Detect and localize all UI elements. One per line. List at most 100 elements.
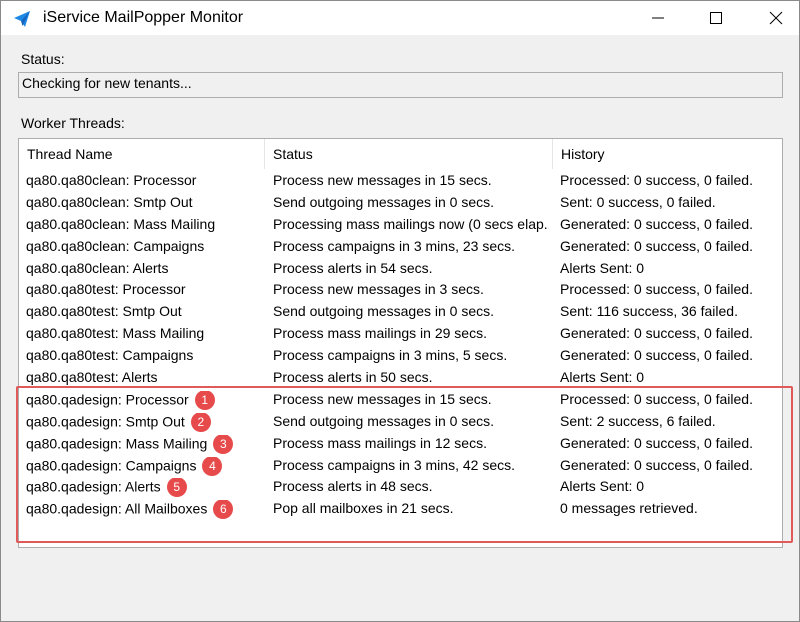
step-badge: 6 (213, 500, 234, 520)
title-bar[interactable]: iService MailPopper Monitor (1, 1, 799, 35)
column-header-thread-name[interactable]: Thread Name (19, 139, 265, 169)
thread-history-cell: Generated: 0 success, 0 failed. (560, 325, 753, 342)
thread-name-cell: qa80.qadesign: All Mailboxes 6 (26, 500, 262, 520)
thread-name: qa80.qadesign: Mass Mailing (26, 435, 208, 452)
thread-history-cell: Processed: 0 success, 0 failed. (560, 281, 753, 298)
thread-name-cell: qa80.qadesign: Processor 1 (26, 390, 262, 411)
step-badge: 1 (194, 390, 215, 410)
thread-history-cell: Processed: 0 success, 0 failed. (560, 172, 753, 188)
thread-history-cell: Alerts Sent: 0 (560, 369, 645, 386)
close-icon[interactable] (753, 1, 799, 35)
thread-name-cell: qa80.qa80test: Campaigns (26, 347, 262, 363)
thread-name: qa80.qadesign: Alerts (26, 479, 161, 496)
table-row[interactable]: qa80.qadesign: Alerts 5 Process alerts in … (19, 476, 782, 498)
thread-history-cell: Generated: 0 success, 0 failed. (560, 215, 753, 232)
table-row[interactable]: qa80.qadesign: Campaigns 4 Process campaig… (19, 455, 782, 477)
thread-history-cell: Sent: 0 success, 0 failed. (560, 193, 716, 210)
thread-status-cell: Process alerts in 54 secs. (273, 259, 433, 276)
thread-name: qa80.qadesign: Processor (26, 391, 189, 408)
thread-name: qa80.qa80test: Mass Mailing (26, 325, 205, 342)
thread-name-cell: qa80.qadesign: Alerts 5 (26, 478, 262, 498)
thread-history-cell: 0 messages retrieved. (560, 500, 698, 517)
thread-status-cell: Process new messages in 15 secs. (273, 390, 492, 407)
column-header-status[interactable]: Status (265, 139, 553, 169)
step-badge: 5 (166, 478, 187, 498)
app-window: iService MailPopper Monitor Status: Chec… (0, 0, 800, 622)
thread-status-cell: Process new messages in 3 secs. (273, 281, 484, 298)
thread-history-cell: Sent: 2 success, 6 failed. (560, 412, 716, 429)
thread-name: qa80.qa80test: Alerts (26, 369, 158, 386)
thread-status-cell: Processing mass mailings now (0 secs ela… (273, 215, 549, 232)
table-row[interactable]: qa80.qa80test: Smtp Out Send outgoing mes… (19, 301, 782, 323)
thread-name-cell: qa80.qa80clean: Smtp Out (26, 194, 262, 210)
thread-name: qa80.qa80clean: Alerts (26, 259, 169, 276)
thread-name-cell: qa80.qa80test: Mass Mailing (26, 325, 262, 341)
thread-name-cell: qa80.qadesign: Mass Mailing 3 (26, 434, 262, 455)
window-title: iService MailPopper Monitor (43, 9, 244, 26)
minimize-icon[interactable] (635, 1, 681, 35)
table-row[interactable]: qa80.qa80test: Alerts Process alerts in 5… (19, 367, 782, 389)
list-header: Thread Name Status History (19, 139, 782, 169)
thread-status-cell: Process alerts in 50 secs. (273, 369, 433, 386)
thread-name-cell: qa80.qadesign: Campaigns 4 (26, 456, 262, 477)
thread-status-cell: Process campaigns in 3 mins, 5 secs. (273, 347, 508, 364)
worker-threads-list[interactable]: Thread Name Status History qa80.qa80clea… (18, 138, 783, 548)
status-label: Status: (21, 51, 65, 67)
step-badge: 3 (213, 434, 234, 454)
thread-history-cell: Generated: 0 success, 0 failed. (560, 456, 753, 473)
column-header-history[interactable]: History (553, 139, 782, 169)
table-row[interactable]: qa80.qa80clean: Processor Process new mes… (19, 170, 782, 192)
thread-status-cell: Send outgoing messages in 0 secs. (273, 193, 495, 210)
thread-history-cell: Processed: 0 success, 0 failed. (560, 390, 753, 407)
thread-name: qa80.qadesign: All Mailboxes (26, 501, 208, 518)
thread-status-cell: Process campaigns in 3 mins, 23 secs. (273, 237, 515, 254)
thread-name: qa80.qa80clean: Processor (26, 172, 197, 188)
worker-threads-label: Worker Threads: (21, 115, 125, 131)
thread-history-cell: Alerts Sent: 0 (560, 478, 645, 495)
table-row[interactable]: qa80.qa80clean: Mass Mailing Processing m… (19, 214, 782, 236)
thread-status-cell: Pop all mailboxes in 21 secs. (273, 500, 454, 517)
table-row[interactable]: qa80.qa80clean: Alerts Process alerts in … (19, 258, 782, 280)
thread-status-cell: Process campaigns in 3 mins, 42 secs. (273, 456, 515, 473)
table-row[interactable]: qa80.qadesign: Mass Mailing 3 Process mass… (19, 433, 782, 455)
thread-name-cell: qa80.qadesign: Smtp Out 2 (26, 412, 262, 433)
thread-status-cell: Process mass mailings in 12 secs. (273, 434, 487, 451)
thread-name-cell: qa80.qa80test: Alerts (26, 369, 262, 385)
thread-status-cell: Send outgoing messages in 0 secs. (273, 303, 495, 320)
table-row[interactable]: qa80.qa80test: Mass Mailing Process mass … (19, 323, 782, 345)
thread-name: qa80.qa80test: Smtp Out (26, 303, 182, 320)
thread-name: qa80.qa80test: Campaigns (26, 347, 194, 364)
thread-name: qa80.qa80test: Processor (26, 281, 186, 298)
thread-name-cell: qa80.qa80test: Processor (26, 281, 262, 297)
thread-history-cell: Generated: 0 success, 0 failed. (560, 237, 753, 254)
table-row[interactable]: qa80.qa80test: Campaigns Process campaign… (19, 345, 782, 367)
thread-name: qa80.qa80clean: Campaigns (26, 237, 205, 254)
paper-plane-icon (13, 10, 31, 28)
thread-name-cell: qa80.qa80clean: Campaigns (26, 238, 262, 254)
thread-name: qa80.qa80clean: Mass Mailing (26, 215, 216, 232)
table-row[interactable]: qa80.qadesign: Processor 1 Process new mes… (19, 389, 782, 411)
thread-status-cell: Process mass mailings in 29 secs. (273, 325, 487, 342)
thread-history-cell: Generated: 0 success, 0 failed. (560, 347, 753, 364)
thread-name: qa80.qadesign: Campaigns (26, 457, 197, 474)
status-field: Checking for new tenants... (18, 72, 783, 98)
table-row[interactable]: qa80.qadesign: Smtp Out 2 Send outgoing me… (19, 411, 782, 433)
thread-name: qa80.qadesign: Smtp Out (26, 413, 185, 430)
table-row[interactable]: qa80.qa80clean: Smtp Out Send outgoing me… (19, 192, 782, 214)
thread-history-cell: Sent: 116 success, 36 failed. (560, 303, 738, 320)
step-badge: 4 (202, 456, 223, 476)
thread-history-cell: Generated: 0 success, 0 failed. (560, 434, 753, 451)
table-row[interactable]: qa80.qa80clean: Campaigns Process campaig… (19, 236, 782, 258)
list-rows: qa80.qa80clean: Processor Process new mes… (19, 170, 782, 520)
maximize-icon[interactable] (693, 1, 739, 35)
thread-name-cell: qa80.qa80clean: Mass Mailing (26, 216, 262, 232)
thread-name-cell: qa80.qa80test: Smtp Out (26, 303, 262, 319)
thread-name-cell: qa80.qa80clean: Alerts (26, 260, 262, 276)
table-row[interactable]: qa80.qa80test: Processor Process new mess… (19, 279, 782, 301)
thread-name: qa80.qa80clean: Smtp Out (26, 193, 193, 210)
thread-status-cell: Process alerts in 48 secs. (273, 478, 433, 495)
thread-status-cell: Send outgoing messages in 0 secs. (273, 412, 495, 429)
step-badge: 2 (190, 412, 211, 432)
table-row[interactable]: qa80.qadesign: All Mailboxes 6 Pop all mai… (19, 498, 782, 520)
thread-name-cell: qa80.qa80clean: Processor (26, 172, 262, 188)
